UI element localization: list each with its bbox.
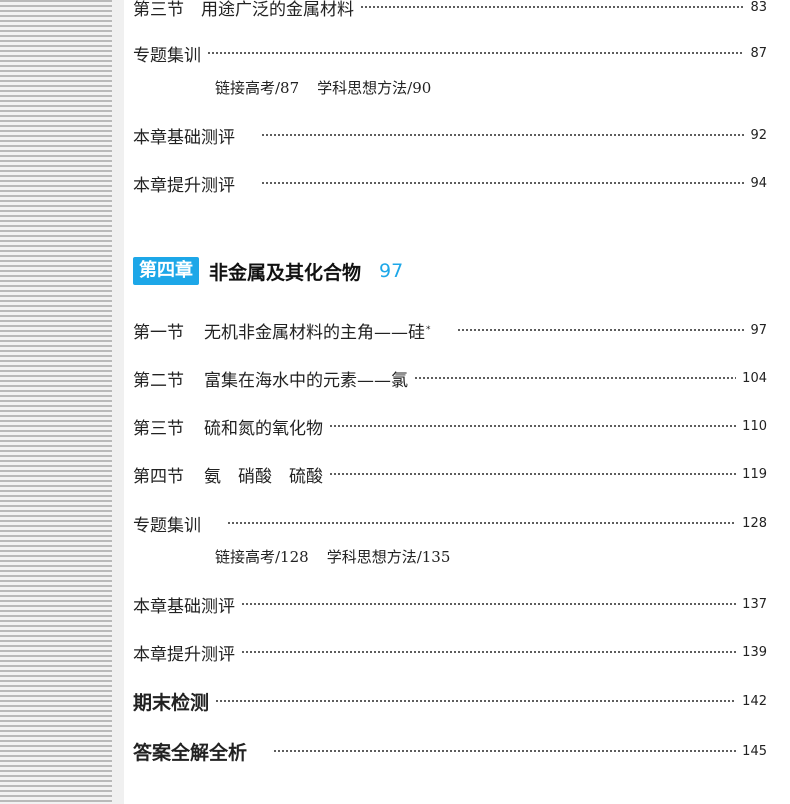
toc-entry-answers[interactable]: 答案全解全析 145 [133,738,767,764]
toc-entry-title: 专题集训 [133,45,201,66]
dot-leader [207,48,745,58]
section-title: 氨 硝酸 硫酸 [204,466,323,487]
toc-entry-title: 本章提升测评 [133,175,235,196]
toc-entry-title: 答案全解全析 [133,741,248,764]
chapter-page: 97 [379,260,404,282]
sub-entry-methods[interactable]: 学科思想方法/135 [327,548,451,566]
sub-entry-gaokao[interactable]: 链接高考/87 [215,79,299,97]
toc-section-entry[interactable]: 第四节 氨 硝酸 硫酸 119 [133,461,767,487]
toc-entry[interactable]: 专题集训 87 [133,40,767,66]
sub-entry-gaokao[interactable]: 链接高考/128 [215,548,309,566]
toc-entry[interactable]: 本章提升测评 139 [133,639,767,665]
toc-page [124,0,790,804]
toc-entry-page: 83 [750,0,767,15]
sub-entry-methods[interactable]: 学科思想方法/90 [317,79,431,97]
section-label: 第二节 [133,370,184,391]
toc-entry-title: 第三节 用途广泛的金属材料 [133,0,354,20]
section-label: 第一节 [133,322,184,343]
toc-entry-page: 145 [742,743,767,759]
toc-subentries: 链接高考/87 学科思想方法/90 [215,77,431,98]
toc-entry[interactable]: 第三节 用途广泛的金属材料 83 [133,0,767,20]
toc-section-entry[interactable]: 第三节 硫和氮的氧化物 110 [133,413,767,439]
toc-entry-page: 137 [742,596,767,612]
chapter-title: 非金属及其化合物 [209,261,362,284]
toc-entry-page: 92 [750,127,767,143]
dot-leader [241,647,737,657]
toc-entry-page: 142 [742,693,767,709]
toc-entry-final-exam[interactable]: 期末检测 142 [133,688,767,714]
section-label: 第四节 [133,466,184,487]
section-title: 富集在海水中的元素——氯 [204,370,408,391]
section-page: 97 [750,322,767,338]
toc-entry[interactable]: 本章基础测评 92 [133,122,767,148]
dot-leader [456,325,745,335]
toc-entry[interactable]: 本章基础测评 137 [133,591,767,617]
toc-entry-title: 本章提升测评 [133,644,235,665]
dot-leader [273,746,737,756]
toc-entry-title: 本章基础测评 [133,127,235,148]
toc-entry-page: 94 [750,175,767,191]
toc-section-entry[interactable]: 第二节 富集在海水中的元素——氯 104 [133,365,767,391]
dot-leader [261,178,745,188]
chapter-badge: 第四章 [133,257,199,285]
section-page: 110 [742,418,767,434]
toc-subentries: 链接高考/128 学科思想方法/135 [215,546,450,567]
toc-entry-page: 87 [750,45,767,61]
toc-entry-title: 期末检测 [133,691,210,714]
section-title: 硫和氮的氧化物 [204,418,323,439]
section-page: 119 [742,466,767,482]
toc-entry-title: 专题集训 [133,515,201,536]
dot-leader [329,469,737,479]
toc-section-entry[interactable]: 第一节 无机非金属材料的主角——硅 * 97 [133,317,767,343]
toc-entry-page: 139 [742,644,767,660]
toc-entry-page: 128 [742,515,767,531]
section-title: 无机非金属材料的主角——硅 [204,322,425,343]
page-gutter [112,0,124,804]
chapter-heading[interactable]: 第四章 非金属及其化合物 97 [133,256,403,286]
toc-entry[interactable]: 专题集训 128 [133,510,767,536]
decorative-stripe-margin [0,0,112,804]
dot-leader [261,130,745,140]
dot-leader [329,421,737,431]
dot-leader [215,696,737,706]
section-label: 第三节 [133,418,184,439]
dot-leader [360,2,745,12]
toc-entry-title: 本章基础测评 [133,596,235,617]
section-mark: * [426,325,431,335]
dot-leader [414,373,737,383]
dot-leader [241,599,737,609]
toc-entry[interactable]: 本章提升测评 94 [133,170,767,196]
dot-leader [227,518,737,528]
section-page: 104 [742,370,767,386]
